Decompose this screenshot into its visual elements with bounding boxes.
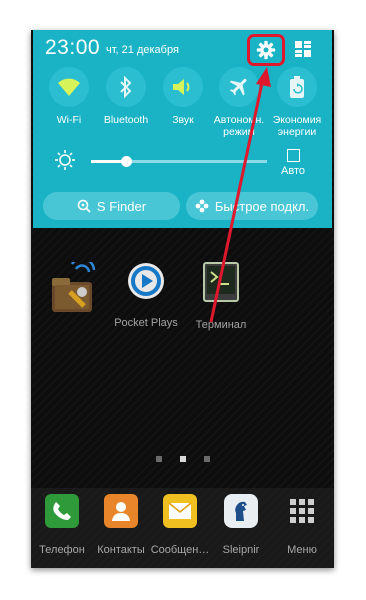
dock-app-sleipnir[interactable]: Sleipnir xyxy=(210,494,272,556)
date: чт, 21 декабря xyxy=(106,44,179,56)
messages-icon xyxy=(163,494,197,528)
quick-connect-button[interactable]: Быстрое подкл. xyxy=(186,192,318,220)
home-app-terminal-label: Терминал xyxy=(195,319,247,331)
airplane-icon xyxy=(229,78,247,96)
toggle-wifi-circle xyxy=(49,67,89,107)
phone-icon xyxy=(45,494,79,528)
toggle-wifi[interactable]: Wi-Fi xyxy=(39,67,99,126)
brightness-row: Авто xyxy=(33,148,332,188)
apps-menu-icon xyxy=(285,494,319,528)
toggle-power-saving[interactable]: Экономия энергии xyxy=(267,67,327,138)
page-dot[interactable] xyxy=(156,456,162,462)
toggle-wifi-label: Wi-Fi xyxy=(56,114,82,126)
pocket-plays-icon xyxy=(128,263,164,299)
phone-glyph xyxy=(53,502,71,520)
quick-connect-icon xyxy=(195,199,209,213)
messages-glyph xyxy=(168,502,192,519)
contacts-glyph xyxy=(112,502,130,521)
toggle-power-saving-label-line2: энергии xyxy=(277,126,317,138)
bluetooth-icon xyxy=(120,76,132,98)
sleipnir-icon xyxy=(224,494,258,528)
page-dot[interactable] xyxy=(204,456,210,462)
toggle-bluetooth-circle xyxy=(106,67,146,107)
toggle-airplane-label-line1: Автономн. xyxy=(213,114,265,126)
brightness-icon xyxy=(55,150,75,170)
sound-icon xyxy=(173,79,190,95)
dock-app-messages-label: Сообщен… xyxy=(150,544,210,556)
toggle-sound-label: Звук xyxy=(172,114,194,126)
toggle-power-saving-label: Экономия энергии xyxy=(267,114,327,138)
quick-toggles: Wi-Fi Bluetooth Звук Автономн. режим Эко… xyxy=(33,67,332,149)
wifi-icon xyxy=(58,78,80,96)
dock-app-phone-label: Телефон xyxy=(39,544,85,556)
edit-tiles-icon[interactable] xyxy=(295,41,311,57)
home-app-tools[interactable] xyxy=(33,257,113,323)
toggle-bluetooth-label: Bluetooth xyxy=(103,114,149,126)
toggle-power-saving-label-line1: Экономия xyxy=(272,114,322,126)
home-app-pocket-plays-label: Pocket Plays xyxy=(114,317,178,329)
quick-connect-label: Быстрое подкл. xyxy=(214,198,310,214)
dock-app-contacts-label: Контакты xyxy=(97,544,145,556)
toggle-airplane-circle xyxy=(219,67,259,107)
dock-app-phone[interactable]: Телефон xyxy=(31,494,93,556)
tools-app-icon xyxy=(52,257,96,312)
auto-brightness-label: Авто xyxy=(281,165,305,177)
page-dot-current[interactable] xyxy=(180,456,186,462)
notification-panel: 23:00 чт, 21 декабря Wi-Fi Bluetooth Зву… xyxy=(33,30,332,228)
apps-menu-glyph xyxy=(290,499,314,523)
sleipnir-glyph xyxy=(235,501,247,521)
panel-actions: S Finder Быстрое подкл. xyxy=(33,188,332,228)
gear-icon xyxy=(256,40,276,60)
brightness-slider-knob[interactable] xyxy=(121,156,132,167)
auto-brightness-checkbox[interactable] xyxy=(287,149,300,162)
terminal-icon xyxy=(203,262,239,302)
clock: 23:00 xyxy=(45,36,101,59)
search-icon xyxy=(77,199,91,213)
phone-screen: 23:00 чт, 21 декабря Wi-Fi Bluetooth Зву… xyxy=(31,30,334,568)
dock-app-menu[interactable]: Меню xyxy=(271,494,333,556)
toggle-power-saving-circle xyxy=(277,67,317,107)
home-app-pocket-plays[interactable]: Pocket Plays xyxy=(106,262,186,329)
toggle-airplane-label: Автономн. режим xyxy=(209,114,269,138)
dock-app-sleipnir-label: Sleipnir xyxy=(222,544,260,556)
s-finder-label: S Finder xyxy=(96,198,147,214)
dock-app-messages[interactable]: Сообщен… xyxy=(149,494,211,556)
toggle-airplane-label-line2: режим xyxy=(223,126,255,138)
dock: Телефон Контакты Сообщен… Sleipnir Меню xyxy=(31,488,334,568)
home-app-terminal[interactable]: Терминал xyxy=(181,262,261,331)
toggle-sound-circle xyxy=(163,67,203,107)
contacts-icon xyxy=(104,494,138,528)
dock-app-contacts[interactable]: Контакты xyxy=(90,494,152,556)
toggle-airplane[interactable]: Автономн. режим xyxy=(209,67,269,138)
dock-app-menu-label: Меню xyxy=(287,544,317,556)
toggle-sound[interactable]: Звук xyxy=(153,67,213,126)
power-saving-icon xyxy=(290,76,304,98)
s-finder-button[interactable]: S Finder xyxy=(43,192,180,220)
settings-button[interactable] xyxy=(247,34,285,66)
toggle-bluetooth[interactable]: Bluetooth xyxy=(96,67,156,126)
